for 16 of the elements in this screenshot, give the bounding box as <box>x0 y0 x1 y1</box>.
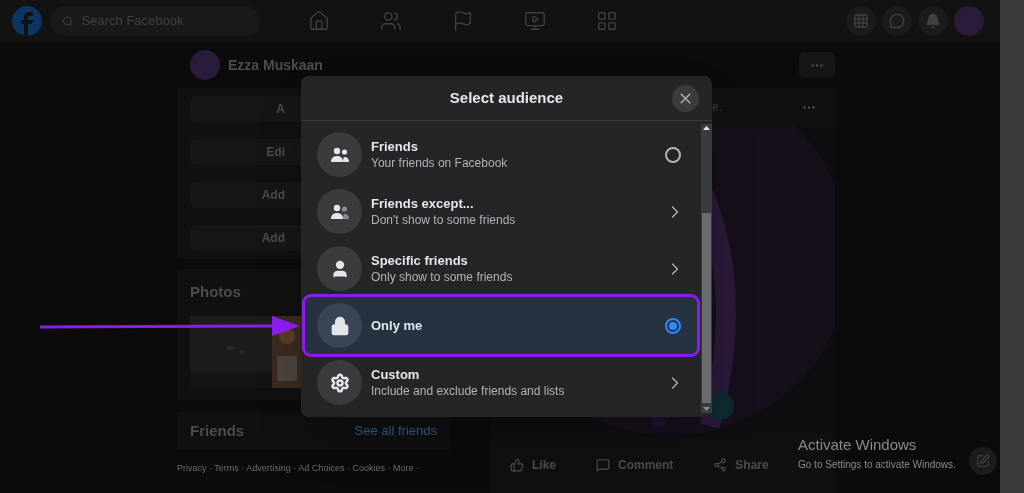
option-title: Specific friends <box>371 252 469 269</box>
dialog-title: Select audience <box>449 87 564 108</box>
option-subtitle: Include and exclude friends and lists <box>371 382 566 399</box>
activation-title: Activate Windows <box>798 435 918 455</box>
friends-title: Friends <box>190 420 245 441</box>
option-subtitle: Only show to some friends <box>371 268 514 285</box>
footer-links: Privacy · Terms · Advertising · Ad Choices · Cookies · More · <box>177 462 420 475</box>
option-subtitle: Don't show to some friends <box>371 211 517 228</box>
option-subtitle: Your friends on Facebook <box>371 154 509 171</box>
photos-title: Photos <box>190 282 242 302</box>
option-title: Friends except... <box>371 195 475 212</box>
activation-text: Go to Settings to activate Windows. <box>798 457 956 472</box>
option-title: Custom <box>371 366 421 383</box>
profile-name: Ezza Muskaan <box>228 55 323 75</box>
option-title: Friends <box>371 138 419 155</box>
option-title: Only me <box>371 317 424 334</box>
